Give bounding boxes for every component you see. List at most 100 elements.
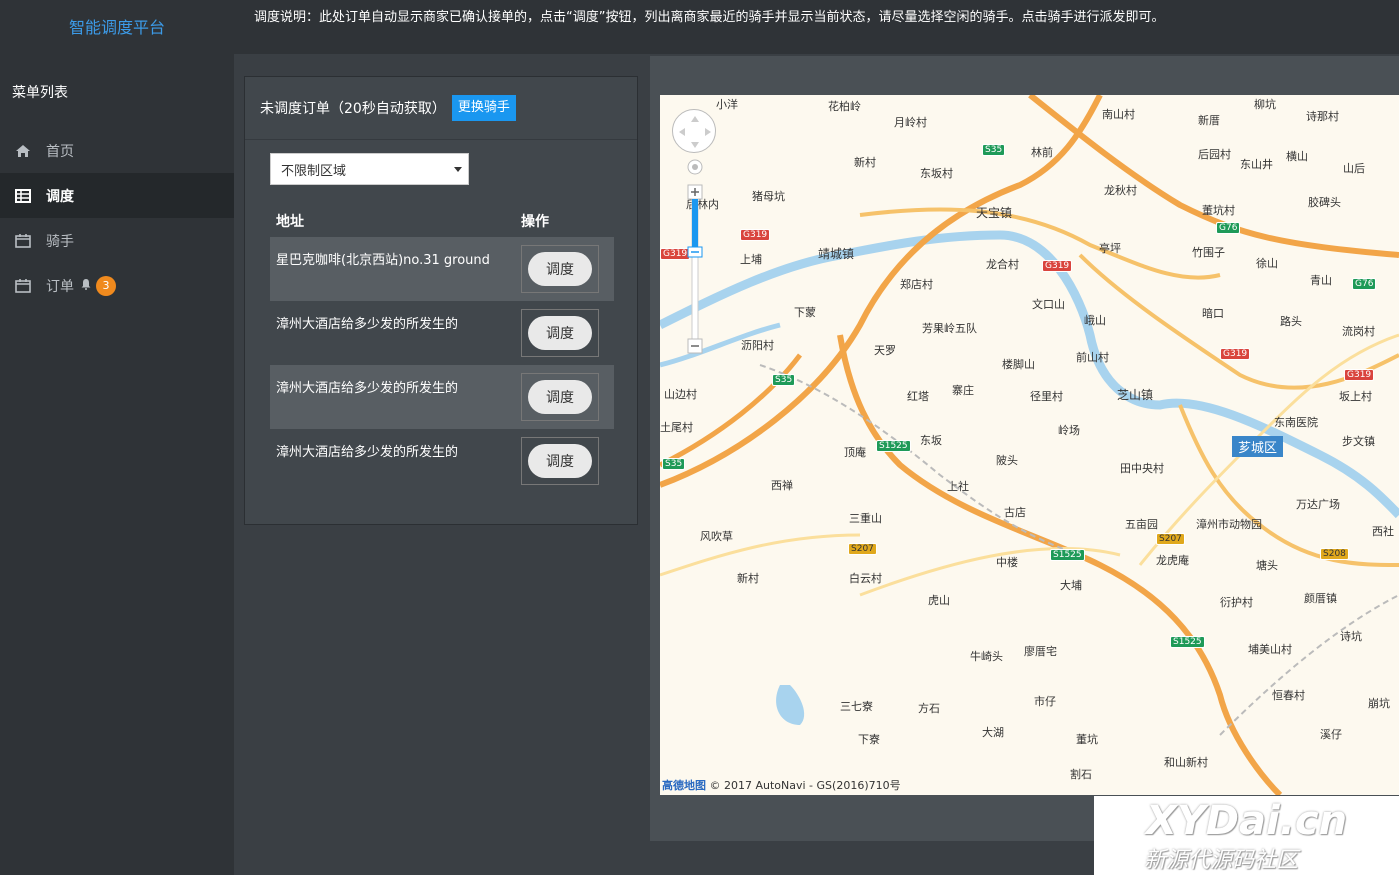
brand-title[interactable]: 智能调度平台 bbox=[0, 0, 234, 56]
map-label: 龙虎庵 bbox=[1156, 554, 1189, 567]
map-label: 古店 bbox=[1004, 506, 1026, 519]
map-label: 沥阳村 bbox=[741, 339, 774, 352]
map-label: 董坑村 bbox=[1202, 204, 1235, 217]
map-label: 月岭村 bbox=[894, 116, 927, 129]
table-row: 星巴克咖啡(北京西站)no.31 ground 调度 bbox=[270, 237, 614, 301]
order-address: 星巴克咖啡(北京西站)no.31 ground bbox=[276, 253, 490, 268]
map-label: 步文镇 bbox=[1342, 435, 1375, 448]
map-label: 柳坑 bbox=[1254, 98, 1276, 111]
map-label: 和山新村 bbox=[1164, 756, 1208, 769]
map-label: 田中央村 bbox=[1120, 462, 1164, 475]
map-label: 青山 bbox=[1310, 274, 1332, 287]
map-label: 楼脚山 bbox=[1002, 358, 1035, 371]
map-label: 峨山 bbox=[1084, 314, 1106, 327]
switch-rider-button[interactable]: 更换骑手 bbox=[451, 95, 516, 121]
watermark-sub: 新源代源码社区 bbox=[1144, 848, 1299, 873]
map-label: 五亩园 bbox=[1125, 518, 1158, 531]
map-label: 天罗 bbox=[874, 344, 896, 357]
map-label: 下寮 bbox=[858, 733, 880, 746]
map-label: 寨庄 bbox=[952, 384, 974, 397]
map-label: 东山井 bbox=[1240, 158, 1273, 171]
road-shield: S208 bbox=[1320, 548, 1349, 560]
bell-icon bbox=[80, 278, 92, 294]
map-label: 上埔 bbox=[740, 253, 762, 266]
sidebar-item-home[interactable]: 首页 bbox=[0, 128, 234, 173]
district-label[interactable]: 芗城区 bbox=[1232, 436, 1284, 457]
map-label: 新村 bbox=[737, 572, 759, 585]
order-address: 漳州大酒店给多少发的所发生的 bbox=[276, 445, 459, 460]
map-label: 芳果岭五队 bbox=[922, 322, 977, 335]
map-label: 郑店村 bbox=[900, 278, 933, 291]
map-label: 南山村 bbox=[1102, 108, 1135, 121]
map-label: 岭场 bbox=[1058, 424, 1080, 437]
map-label: 大湖 bbox=[982, 726, 1004, 739]
region-select[interactable]: 不限制区域 bbox=[270, 153, 469, 185]
top-bar: 调度说明：此处订单自动显示商家已确认接单的，点击“调度”按钮，列出离商家最近的骑… bbox=[234, 0, 1399, 54]
road-shield: G319 bbox=[1220, 348, 1251, 360]
map-label: 竹围子 bbox=[1192, 246, 1225, 259]
sidebar: 智能调度平台 菜单列表 首页 调度 骑手 订单 3 bbox=[0, 0, 234, 875]
map-label: 牛崎头 bbox=[970, 650, 1003, 663]
region-select-value: 不限制区域 bbox=[281, 163, 347, 179]
sidebar-item-label: 首页 bbox=[46, 143, 74, 160]
dispatch-button[interactable]: 调度 bbox=[528, 316, 592, 350]
map-label: 横山 bbox=[1286, 150, 1308, 163]
map-label: 三七寮 bbox=[840, 700, 873, 713]
map-label: 龙合村 bbox=[986, 258, 1019, 271]
road-shield: S1525 bbox=[1050, 549, 1085, 561]
road-shield: S35 bbox=[662, 458, 686, 470]
map-copyright: © 2017 AutoNavi - GS(2016)710号 bbox=[709, 779, 901, 792]
map-label: 文口山 bbox=[1032, 298, 1065, 311]
dispatch-notice: 调度说明：此处订单自动显示商家已确认接单的，点击“调度”按钮，列出离商家最近的骑… bbox=[254, 10, 1165, 25]
map-label: 颜厝镇 bbox=[1304, 592, 1337, 605]
map-label: 崩坑 bbox=[1368, 697, 1390, 710]
dispatch-button[interactable]: 调度 bbox=[528, 444, 592, 478]
road-shield: S35 bbox=[982, 144, 1006, 156]
map-label: 万达广场 bbox=[1296, 498, 1340, 511]
map-label: 东坂 bbox=[920, 434, 942, 447]
map-label: 天宝镇 bbox=[976, 206, 1013, 220]
zoom-slider[interactable] bbox=[687, 157, 703, 361]
home-icon bbox=[14, 143, 32, 159]
map-label: 方石 bbox=[918, 702, 940, 715]
map-label: 红塔 bbox=[907, 390, 929, 403]
map-label: 塘头 bbox=[1256, 559, 1278, 572]
table-icon bbox=[14, 188, 32, 204]
map-label: 小洋 bbox=[716, 98, 738, 111]
sidebar-item-dispatch[interactable]: 调度 bbox=[0, 173, 234, 218]
map-label: 风吹草 bbox=[700, 530, 733, 543]
panel-header: 未调度订单（20秒自动获取） 更换骑手 bbox=[245, 77, 637, 140]
dispatch-button[interactable]: 调度 bbox=[528, 252, 592, 286]
map-label: 诗那村 bbox=[1306, 110, 1339, 123]
map-label: 靖城镇 bbox=[818, 247, 855, 261]
panel-title: 未调度订单（20秒自动获取） bbox=[260, 101, 446, 117]
road-shield: S207 bbox=[848, 543, 877, 555]
map-label: 西社 bbox=[1372, 525, 1394, 538]
table-row: 漳州大酒店给多少发的所发生的 调度 bbox=[270, 429, 614, 493]
sidebar-item-label: 订单 bbox=[46, 278, 74, 295]
road-shield: G76 bbox=[1216, 222, 1241, 234]
map-label: 流岗村 bbox=[1342, 325, 1375, 338]
map-label: 大埔 bbox=[1060, 579, 1082, 592]
map-pan-control[interactable] bbox=[672, 109, 716, 153]
map-label: 山后 bbox=[1343, 162, 1365, 175]
map-logo[interactable]: 高德地图 bbox=[662, 779, 706, 792]
road-shield: G319 bbox=[1042, 260, 1073, 272]
map-label: 土尾村 bbox=[660, 421, 693, 434]
calendar-icon bbox=[14, 278, 32, 294]
map-label: 诗坑 bbox=[1340, 630, 1362, 643]
map-label: 下蒙 bbox=[794, 306, 816, 319]
sidebar-item-orders[interactable]: 订单 3 bbox=[0, 263, 234, 308]
map-label: 恒春村 bbox=[1272, 689, 1305, 702]
road-shield: S1525 bbox=[1170, 636, 1205, 648]
order-count-badge: 3 bbox=[96, 275, 116, 296]
sidebar-item-label: 骑手 bbox=[46, 233, 74, 250]
map-label: 猪母坑 bbox=[752, 190, 785, 203]
map-view[interactable]: 小洋 花柏岭 月岭村 南山村 新厝 后园村 东山井 横山 山后 诗那村 柳坑 林… bbox=[660, 95, 1399, 795]
map-label: 后园村 bbox=[1198, 148, 1231, 161]
road-shield: S207 bbox=[1156, 533, 1185, 545]
map-label: 廖厝宅 bbox=[1024, 645, 1057, 658]
dispatch-button[interactable]: 调度 bbox=[528, 380, 592, 414]
sidebar-item-riders[interactable]: 骑手 bbox=[0, 218, 234, 263]
map-label: 暗口 bbox=[1202, 307, 1224, 320]
